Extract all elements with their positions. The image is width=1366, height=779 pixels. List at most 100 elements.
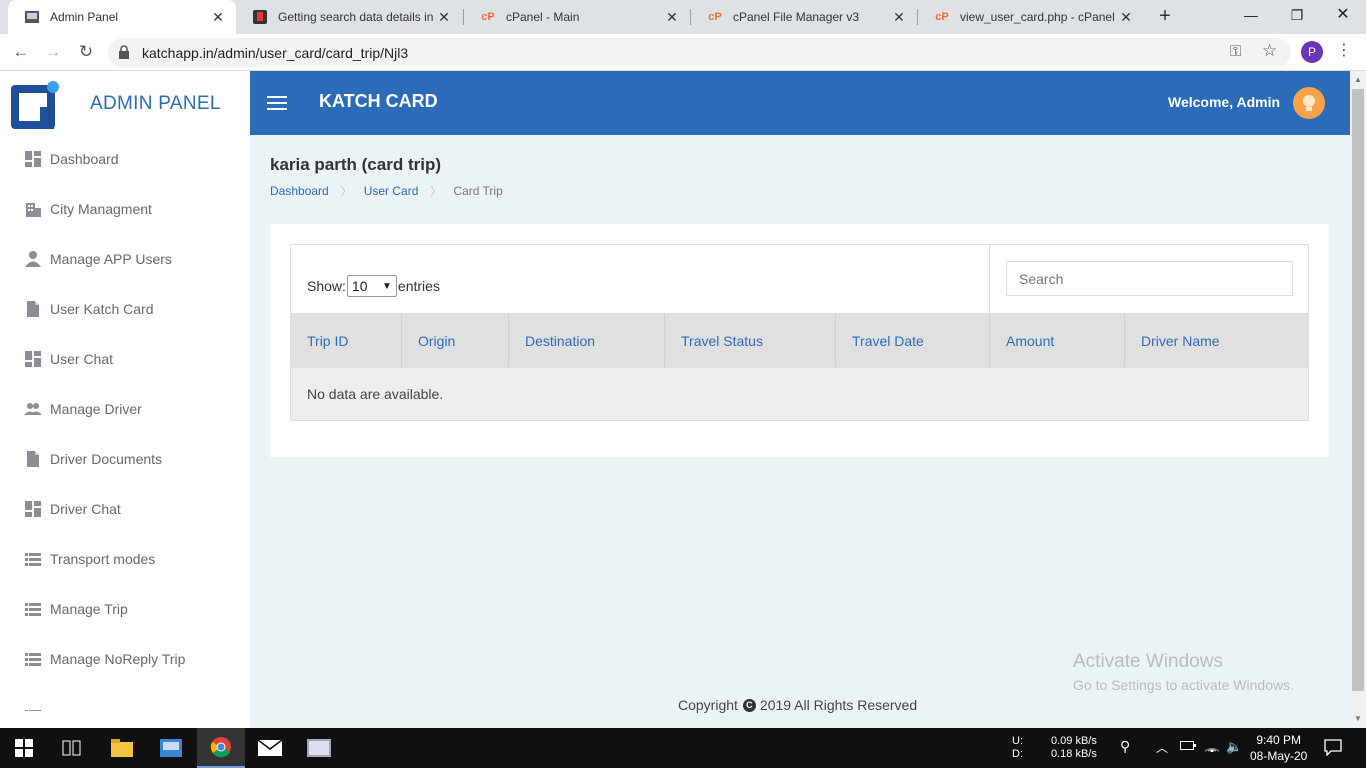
sidebar-item-transport-modes[interactable]: Transport modes [0, 539, 250, 579]
battery-icon[interactable] [1180, 739, 1196, 779]
close-tab-icon[interactable]: ✕ [210, 9, 226, 26]
city-icon [24, 200, 42, 218]
dashboard-icon [24, 350, 42, 368]
sidebar-item-city-managment[interactable]: City Managment [0, 189, 250, 229]
system-clock[interactable]: 9:40 PM 08-May-20 [1250, 732, 1307, 764]
breadcrumb-dashboard[interactable]: Dashboard [270, 184, 329, 198]
tab-admin-panel[interactable]: Admin Panel ✕ [8, 0, 236, 34]
mail-icon[interactable] [246, 728, 294, 768]
dashboard-icon [24, 150, 42, 168]
column-header-travel-date[interactable]: Travel Date [836, 314, 990, 367]
notification-icon[interactable] [1324, 738, 1342, 778]
forward-icon[interactable]: → [41, 40, 65, 64]
more-menu-icon[interactable]: ⋮ [1336, 40, 1352, 60]
sidebar-item-cut-off[interactable] [0, 689, 250, 711]
list-icon [24, 600, 42, 618]
people-icon [24, 400, 42, 418]
copyright-icon: C [742, 698, 756, 712]
document-icon [24, 450, 42, 468]
sidebar-item-label: Manage Driver [50, 401, 142, 417]
column-header-destination[interactable]: Destination [509, 314, 665, 367]
tab-view-user-card[interactable]: cP view_user_card.php - cPanel Fi ✕ [918, 0, 1144, 34]
hamburger-menu-icon[interactable] [267, 96, 287, 110]
column-header-travel-status[interactable]: Travel Status [665, 314, 836, 367]
sidebar-item-driver-documents[interactable]: Driver Documents [0, 439, 250, 479]
url-text: katchapp.in/admin/user_card/card_trip/Nj… [142, 45, 409, 61]
list-icon [24, 650, 42, 668]
bookmark-star-icon[interactable]: ☆ [1262, 41, 1277, 61]
column-header-origin[interactable]: Origin [402, 314, 509, 367]
caret-down-icon: ▼ [382, 280, 392, 292]
sidebar-item-user-katch-card[interactable]: User Katch Card [0, 289, 250, 329]
sidebar-item-user-chat[interactable]: User Chat [0, 339, 250, 379]
tab-title: Getting search data details in a [278, 10, 436, 24]
net-labels: U: D: [1012, 735, 1023, 761]
minimize-icon[interactable]: — [1228, 0, 1274, 32]
control-panel-icon[interactable] [147, 728, 195, 768]
close-tab-icon[interactable]: ✕ [436, 9, 452, 26]
user-avatar[interactable] [1293, 87, 1325, 119]
page-title: karia parth (card trip) [270, 155, 441, 174]
tab-cpanel-file-manager[interactable]: cP cPanel File Manager v3 ✕ [691, 0, 917, 34]
entries-select[interactable]: 10 ▼ [346, 275, 397, 297]
sidebar-item-label: Manage APP Users [50, 251, 172, 267]
restore-icon[interactable]: ❐ [1274, 0, 1320, 32]
sidebar-item-manage-noreply-trip[interactable]: Manage NoReply Trip [0, 639, 250, 679]
person-icon [24, 250, 42, 268]
lock-icon [119, 45, 129, 59]
scroll-up-icon[interactable]: ▲ [1354, 75, 1362, 84]
footer-prefix: Copyright [678, 697, 738, 713]
welcome-text[interactable]: Welcome, Admin [1168, 94, 1280, 110]
column-header-amount[interactable]: Amount [990, 314, 1125, 367]
app-title: KATCH CARD [319, 91, 438, 111]
close-tab-icon[interactable]: ✕ [664, 9, 680, 26]
sidebar-item-dashboard[interactable]: Dashboard [0, 139, 250, 179]
profile-avatar[interactable]: P [1301, 41, 1323, 63]
volume-icon[interactable]: 🔈 [1226, 739, 1242, 779]
scrollbar-thumb[interactable] [1352, 89, 1364, 691]
close-tab-icon[interactable]: ✕ [1118, 9, 1134, 26]
sidebar-item-label: City Managment [50, 201, 152, 217]
tab-cpanel-main[interactable]: cP cPanel - Main ✕ [464, 0, 690, 34]
address-bar[interactable]: katchapp.in/admin/user_card/card_trip/Nj… [108, 38, 1291, 67]
activate-windows-subtitle: Go to Settings to activate Windows. [1073, 677, 1294, 693]
task-view-icon[interactable] [48, 728, 96, 768]
table-controls: Show: 10 ▼ entries [291, 245, 1308, 313]
logo-icon [11, 81, 59, 129]
close-window-icon[interactable]: ✕ [1320, 0, 1366, 32]
tab-title: view_user_card.php - cPanel Fi [960, 10, 1118, 24]
app-window-icon[interactable] [295, 728, 343, 768]
search-input[interactable] [1006, 261, 1293, 296]
close-tab-icon[interactable]: ✕ [891, 9, 907, 26]
scroll-down-icon[interactable]: ▼ [1354, 714, 1362, 723]
sidebar-item-driver-chat[interactable]: Driver Chat [0, 489, 250, 529]
chevron-up-icon[interactable]: ︿ [1156, 739, 1168, 779]
new-tab-button[interactable]: + [1153, 5, 1177, 29]
show-label: Show: [307, 278, 346, 294]
brand[interactable]: ADMIN PANEL [0, 71, 250, 135]
wifi-icon[interactable] [1204, 738, 1220, 778]
column-header-trip-id[interactable]: Trip ID [291, 314, 402, 367]
sidebar-item-manage-app-users[interactable]: Manage APP Users [0, 239, 250, 279]
page: ADMIN PANEL Dashboard City Managment Manag… [0, 71, 1350, 728]
column-header-driver-name[interactable]: Driver Name [1125, 314, 1308, 367]
page-scrollbar[interactable]: ▲ ▼ [1350, 71, 1366, 728]
breadcrumb-user-card[interactable]: User Card [364, 184, 419, 198]
chrome-icon[interactable] [197, 728, 245, 768]
download-speed: 0.18 kB/s [1051, 748, 1097, 760]
tab-search-data[interactable]: Getting search data details in a ✕ [236, 0, 462, 34]
key-icon[interactable]: ⚿ [1230, 43, 1241, 60]
people-icon[interactable]: ⚲ [1120, 738, 1130, 778]
clock-time: 9:40 PM [1256, 733, 1302, 747]
entries-control: Show: 10 ▼ entries [307, 275, 440, 297]
entries-label: entries [397, 278, 440, 294]
windows-start-icon[interactable] [0, 728, 48, 768]
browser-toolbar: ← → ↻ katchapp.in/admin/user_card/card_t… [0, 34, 1366, 71]
back-icon[interactable]: ← [9, 40, 33, 64]
sidebar-item-manage-driver[interactable]: Manage Driver [0, 389, 250, 429]
sidebar-item-manage-trip[interactable]: Manage Trip [0, 589, 250, 629]
top-header: KATCH CARD Welcome, Admin [250, 71, 1350, 135]
reload-icon[interactable]: ↻ [74, 40, 98, 64]
file-explorer-icon[interactable] [98, 728, 146, 768]
tab-title: cPanel File Manager v3 [733, 10, 860, 24]
